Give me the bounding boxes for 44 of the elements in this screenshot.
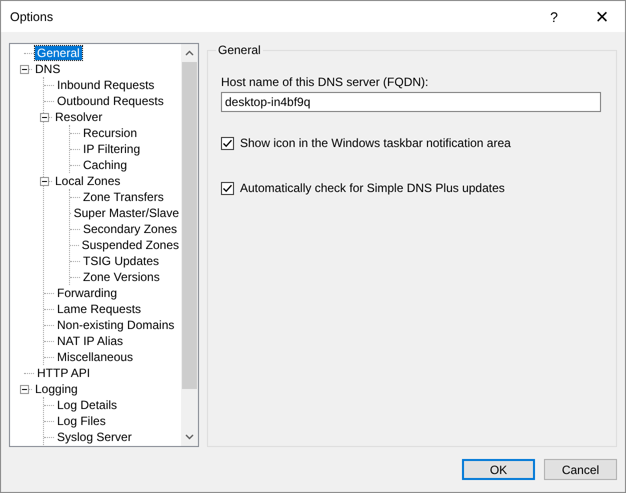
collapse-icon[interactable]: [40, 112, 49, 122]
host-name-label: Host name of this DNS server (FQDN):: [221, 75, 430, 89]
collapse-icon[interactable]: [20, 384, 29, 394]
tree-item[interactable]: TSIG Updates: [81, 254, 162, 268]
host-name-field[interactable]: desktop-in4bf9q: [221, 92, 601, 112]
tree-item[interactable]: Lame Requests: [55, 302, 144, 316]
tree-item[interactable]: Log Files: [55, 414, 108, 428]
tree-item[interactable]: Logging: [33, 382, 80, 396]
close-button[interactable]: ×: [579, 1, 625, 32]
tree-item[interactable]: Log Details: [55, 398, 120, 412]
tree-item[interactable]: IP Filtering: [81, 142, 142, 156]
window-title: Options: [10, 10, 54, 24]
tree-item[interactable]: Resolver: [53, 110, 104, 124]
collapse-icon[interactable]: [20, 64, 29, 74]
tree-item[interactable]: Local Zones: [53, 174, 122, 188]
checkbox[interactable]: [221, 182, 234, 194]
group-title: General: [217, 43, 262, 57]
ok-button[interactable]: OK: [462, 459, 535, 480]
tree-item[interactable]: Miscellaneous: [55, 350, 136, 364]
tree-item[interactable]: Zone Versions: [81, 270, 162, 284]
tree-item[interactable]: NAT IP Alias: [55, 334, 126, 348]
tree-item[interactable]: Suspended Zones: [80, 238, 181, 252]
tree-item[interactable]: Inbound Requests: [55, 78, 156, 92]
tree-item[interactable]: Secondary Zones: [81, 222, 180, 236]
tree-item[interactable]: General: [35, 46, 82, 60]
tree-item[interactable]: Zone Transfers: [81, 190, 166, 204]
tree-item[interactable]: HTTP API: [35, 366, 92, 380]
scroll-down-icon[interactable]: [185, 434, 194, 440]
tree-item[interactable]: Outbound Requests: [55, 94, 166, 108]
tree-item[interactable]: DNS: [33, 62, 62, 76]
tree-item[interactable]: Forwarding: [55, 286, 120, 300]
help-button[interactable]: ?: [531, 1, 577, 32]
scroll-up-icon[interactable]: [185, 50, 194, 56]
checkbox-label: Automatically check for Simple DNS Plus updates: [240, 181, 505, 195]
vertical-scrollbar[interactable]: [181, 44, 198, 446]
checkbox[interactable]: [221, 136, 234, 150]
tree-item[interactable]: Caching: [81, 158, 130, 172]
collapse-icon[interactable]: [40, 176, 49, 186]
tree-item[interactable]: Syslog Server: [55, 430, 134, 444]
checkbox-label: Show icon in the Windows taskbar notification area: [240, 136, 511, 150]
tree-item[interactable]: Super Master/Slave: [72, 206, 181, 220]
cancel-button[interactable]: Cancel: [544, 459, 617, 480]
tree-item[interactable]: Recursion: [81, 126, 140, 140]
tree-item[interactable]: Non-existing Domains: [55, 318, 176, 332]
